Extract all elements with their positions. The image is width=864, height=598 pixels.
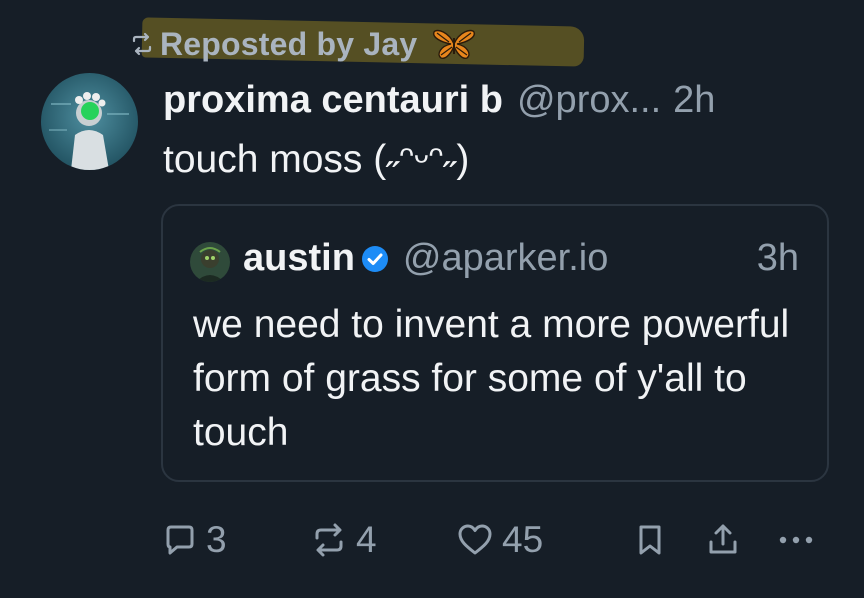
reply-count: 3 <box>206 519 227 560</box>
share-icon <box>709 524 737 554</box>
like-count: 45 <box>502 519 544 560</box>
author-handle[interactable]: @prox... <box>517 79 661 122</box>
repost-count: 4 <box>356 519 377 560</box>
like-button[interactable]: 45 <box>456 512 543 568</box>
bookmark-icon <box>639 525 661 555</box>
repost-label[interactable]: Reposted by Jay <box>160 26 417 63</box>
post-actions-bar: 3 4 45 <box>0 512 864 568</box>
quote-text: we need to invent a more powerful form o… <box>193 303 790 454</box>
author-name[interactable]: proxima centauri b <box>163 79 503 122</box>
repost-button[interactable]: 4 <box>310 512 377 568</box>
more-dots-icon <box>779 536 813 544</box>
quote-author-name[interactable]: austin <box>243 237 355 280</box>
quoted-post-card[interactable]: austin @aparker.io 3h we need to invent … <box>161 204 829 482</box>
butterfly-icon <box>433 29 476 59</box>
quote-timestamp[interactable]: 3h <box>757 237 799 280</box>
post-header: proxima centauri b @prox... 2h <box>163 79 715 122</box>
quote-avatar-image <box>190 242 230 282</box>
reply-button[interactable]: 3 <box>162 512 227 568</box>
verified-badge-icon <box>361 245 388 272</box>
bookmark-button[interactable] <box>634 512 666 568</box>
quote-author-handle[interactable]: @aparker.io <box>403 237 608 280</box>
share-button[interactable] <box>704 512 742 568</box>
author-avatar[interactable] <box>41 73 138 170</box>
quote-header: austin @aparker.io <box>243 237 608 280</box>
more-options-button[interactable] <box>774 512 818 568</box>
repost-header[interactable]: Reposted by Jay <box>130 17 585 67</box>
heart-icon <box>458 524 492 555</box>
post-text: touch moss (˶ᵔᵕᵔ˶) <box>163 138 470 181</box>
avatar-image <box>41 73 138 170</box>
repost-icon <box>132 32 152 56</box>
reply-icon <box>166 525 194 555</box>
quote-author-avatar <box>190 242 230 282</box>
repost-action-icon <box>315 523 343 557</box>
post-timestamp[interactable]: 2h <box>673 79 715 122</box>
